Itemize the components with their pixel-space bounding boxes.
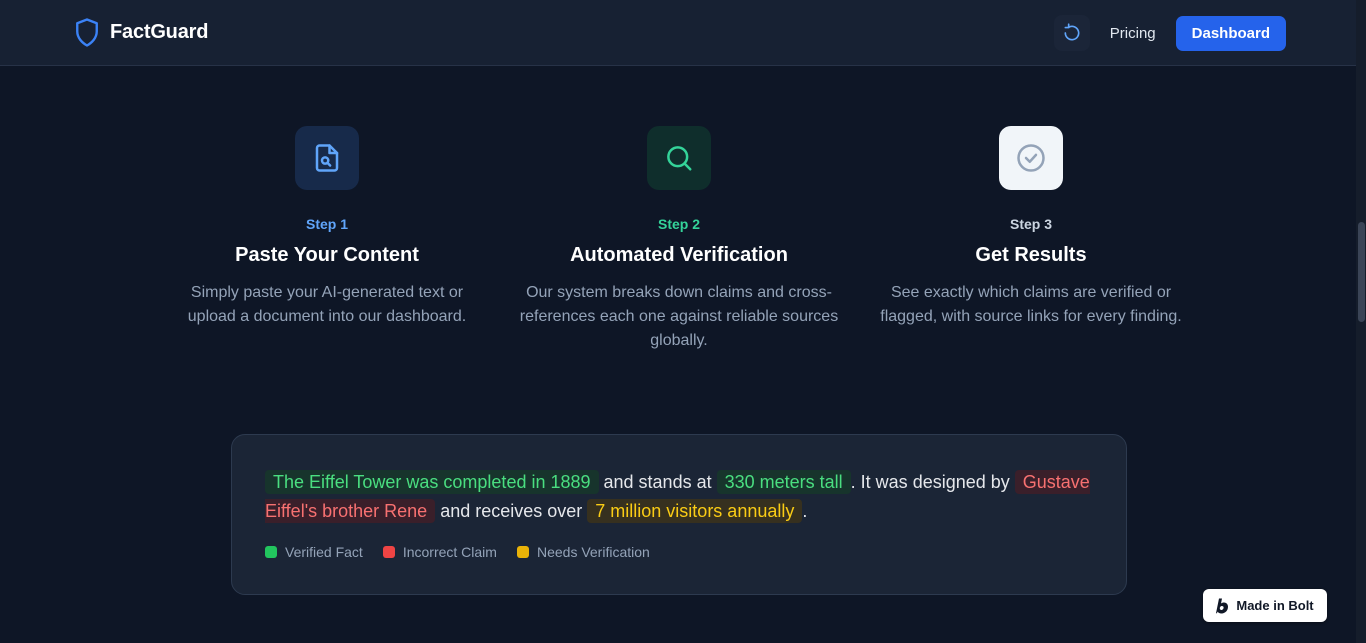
legend-item-incorrect: Incorrect Claim: [382, 544, 497, 560]
demo-text-segment: and stands at: [598, 472, 717, 492]
legend-item-verified: Verified Fact: [265, 544, 363, 560]
step-1-title: Paste Your Content: [235, 244, 419, 266]
scrollbar-thumb[interactable]: [1358, 222, 1365, 322]
step-3: Step 3 Get Results See exactly which cla…: [866, 126, 1196, 329]
history-icon: [1064, 23, 1080, 41]
search-icon: [667, 146, 692, 171]
legend-item-needs-verification: Needs Verification: [516, 544, 650, 560]
step-2-number: Step 2: [657, 216, 700, 232]
legend-swatch-green: [265, 546, 277, 558]
step-2: Step 2 Automated Verification Our system…: [514, 126, 844, 353]
verified-claim-highlight[interactable]: 330 meters tall: [716, 470, 851, 494]
step-1-icon-tile: [295, 126, 359, 190]
legend-swatch-red: [382, 546, 395, 558]
legend-swatch-yellow: [516, 546, 529, 558]
legend-label: Needs Verification: [536, 544, 650, 560]
file-search-icon: [315, 144, 339, 172]
verification-demo-card: The Eiffel Tower was completed in 1889 a…: [231, 434, 1127, 595]
brand-logo[interactable]: FactGuard: [74, 17, 208, 48]
step-3-description: See exactly which claims are verified or…: [880, 284, 1182, 325]
dashboard-button[interactable]: Dashboard: [1175, 15, 1286, 51]
needs-verification-highlight[interactable]: 7 million visitors annually: [587, 499, 803, 523]
badge-label: Made in Bolt: [1236, 598, 1314, 613]
history-button[interactable]: [1053, 15, 1090, 51]
step-1: Step 1 Paste Your Content Simply paste y…: [162, 126, 492, 329]
demo-text-segment: and receives over: [435, 501, 588, 521]
header-nav: Pricing Dashboard: [1053, 15, 1286, 51]
step-3-icon-tile: [999, 126, 1063, 190]
demo-text: The Eiffel Tower was completed in 1889 a…: [265, 468, 1094, 526]
bolt-logo-icon: [1216, 598, 1229, 613]
brand-name: FactGuard: [110, 21, 209, 43]
shield-icon: [76, 18, 98, 47]
step-1-number: Step 1: [305, 216, 348, 232]
demo-text-segment: . It was designed by: [850, 472, 1015, 492]
verified-claim-highlight[interactable]: The Eiffel Tower was completed in 1889: [265, 470, 599, 494]
check-circle-icon: [1017, 144, 1045, 172]
step-2-description: Our system breaks down claims and cross-…: [519, 284, 839, 349]
step-2-title: Automated Verification: [570, 244, 788, 266]
step-3-title: Get Results: [975, 244, 1087, 266]
pricing-link[interactable]: Pricing: [1104, 25, 1162, 42]
made-in-bolt-badge[interactable]: Made in Bolt: [1203, 589, 1327, 622]
demo-text-segment: .: [802, 501, 808, 521]
step-1-description: Simply paste your AI-generated text or u…: [187, 284, 467, 325]
highlight-legend: Verified Fact Incorrect Claim Needs Veri…: [265, 544, 1094, 560]
top-navbar: FactGuard Pricing Dashboard: [0, 0, 1356, 66]
page: FactGuard Pricing Dashboard Step 1 Paste…: [0, 0, 1366, 643]
step-3-number: Step 3: [1009, 216, 1052, 232]
legend-label: Verified Fact: [285, 544, 363, 560]
legend-label: Incorrect Claim: [402, 544, 497, 560]
scrollbar-track[interactable]: [1356, 0, 1366, 643]
step-2-icon-tile: [647, 126, 711, 190]
